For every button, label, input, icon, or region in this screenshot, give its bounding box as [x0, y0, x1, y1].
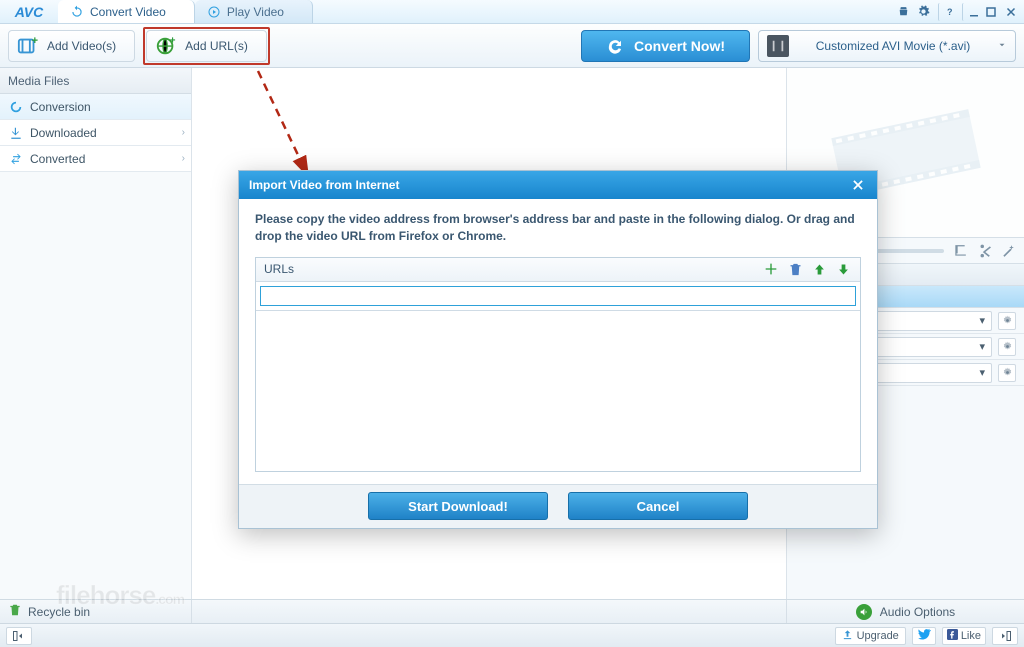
- tab-label: Play Video: [227, 5, 284, 19]
- tab-convert-video[interactable]: Convert Video: [58, 0, 195, 23]
- close-button[interactable]: [1002, 3, 1020, 21]
- add-urls-button[interactable]: + Add URL(s): [146, 30, 267, 62]
- upgrade-button[interactable]: Upgrade: [835, 627, 906, 645]
- move-down-icon[interactable]: [834, 260, 852, 278]
- spinner-icon: [8, 99, 24, 115]
- dialog-titlebar: Import Video from Internet: [239, 171, 877, 199]
- option-gear-3[interactable]: [998, 364, 1016, 382]
- annotation-highlight: + Add URL(s): [143, 27, 270, 65]
- url-list-container: URLs: [255, 257, 861, 472]
- svg-text:+: +: [170, 35, 176, 46]
- add-videos-button[interactable]: + Add Video(s): [8, 30, 135, 62]
- button-label: Add URL(s): [185, 39, 248, 53]
- chevron-down-icon: ▾: [979, 340, 985, 353]
- refresh-icon: [606, 37, 624, 55]
- tab-play-video[interactable]: Play Video: [195, 0, 313, 23]
- chevron-right-icon: ›: [182, 127, 185, 138]
- sidebar-item-converted[interactable]: Converted ›: [0, 146, 191, 172]
- layout-toggle-left[interactable]: [6, 627, 32, 645]
- cancel-button[interactable]: Cancel: [568, 492, 748, 520]
- film-icon: [767, 35, 789, 57]
- dialog-button-row: Start Download! Cancel: [239, 484, 877, 528]
- button-label: Convert Now!: [634, 38, 725, 54]
- sidebar-item-conversion[interactable]: Conversion: [0, 94, 191, 120]
- facebook-icon: [947, 629, 958, 643]
- add-url-icon[interactable]: [762, 260, 780, 278]
- output-format-dropdown[interactable]: Customized AVI Movie (*.avi): [758, 30, 1016, 62]
- delete-url-icon[interactable]: [786, 260, 804, 278]
- url-list-empty-area: [256, 311, 860, 471]
- like-label: Like: [961, 630, 981, 642]
- main-toolbar: + Add Video(s) + Add URL(s) Convert Now!…: [0, 24, 1024, 68]
- import-url-dialog: Import Video from Internet Please copy t…: [238, 170, 878, 529]
- sidebar: Media Files Conversion Downloaded › Conv…: [0, 68, 192, 599]
- sidebar-item-label: Conversion: [30, 100, 91, 114]
- film-plus-icon: +: [17, 35, 39, 57]
- wand-icon[interactable]: [1000, 243, 1016, 259]
- help-icon[interactable]: ?: [938, 3, 956, 21]
- maximize-button[interactable]: [982, 3, 1000, 21]
- upgrade-label: Upgrade: [857, 630, 899, 642]
- recycle-label: Recycle bin: [28, 605, 90, 619]
- window-controls: ?: [894, 0, 1024, 23]
- globe-plus-icon: +: [155, 35, 177, 57]
- svg-text:?: ?: [947, 7, 953, 17]
- dialog-title: Import Video from Internet: [249, 178, 399, 192]
- button-label: Add Video(s): [47, 39, 116, 53]
- sidebar-item-label: Converted: [30, 152, 85, 166]
- url-input[interactable]: [260, 286, 856, 306]
- urls-column-header: URLs: [264, 262, 762, 276]
- chevron-down-icon: [997, 39, 1007, 53]
- dialog-close-button[interactable]: [849, 176, 867, 194]
- crop-icon[interactable]: [952, 243, 968, 259]
- dialog-instruction: Please copy the video address from brows…: [255, 211, 861, 245]
- facebook-like-button[interactable]: Like: [942, 627, 986, 645]
- option-gear-2[interactable]: [998, 338, 1016, 356]
- chevron-down-icon: ▾: [979, 366, 985, 379]
- refresh-icon: [70, 5, 84, 19]
- status-bar-lower: Upgrade Like: [0, 623, 1024, 647]
- convert-now-button[interactable]: Convert Now!: [581, 30, 750, 62]
- twitter-button[interactable]: [912, 627, 936, 645]
- svg-text:+: +: [32, 35, 38, 47]
- chevron-right-icon: ›: [182, 153, 185, 164]
- speaker-icon: [856, 604, 872, 620]
- chevron-down-icon: ▾: [979, 314, 985, 327]
- trash-icon: [8, 603, 22, 620]
- play-icon: [207, 5, 221, 19]
- title-bar: AVC Convert Video Play Video ?: [0, 0, 1024, 24]
- sidebar-item-label: Downloaded: [30, 126, 97, 140]
- layout-toggle-right[interactable]: [992, 627, 1018, 645]
- recycle-bin[interactable]: Recycle bin: [0, 600, 192, 623]
- start-download-button[interactable]: Start Download!: [368, 492, 548, 520]
- tab-label: Convert Video: [90, 5, 166, 19]
- move-up-icon[interactable]: [810, 260, 828, 278]
- app-logo: AVC: [0, 0, 58, 23]
- upload-icon: [842, 629, 853, 643]
- settings-icon[interactable]: [914, 3, 932, 21]
- sidebar-item-downloaded[interactable]: Downloaded ›: [0, 120, 191, 146]
- shopping-icon[interactable]: [894, 3, 912, 21]
- status-bar-upper: Recycle bin Audio Options: [0, 599, 1024, 623]
- minimize-button[interactable]: [962, 3, 980, 21]
- audio-options-button[interactable]: Audio Options: [786, 600, 1024, 623]
- option-gear-1[interactable]: [998, 312, 1016, 330]
- sidebar-header: Media Files: [0, 68, 191, 94]
- convert-icon: [8, 151, 24, 167]
- format-label: Customized AVI Movie (*.avi): [797, 39, 989, 53]
- twitter-icon: [917, 627, 931, 644]
- audio-options-label: Audio Options: [880, 605, 955, 619]
- scissors-icon[interactable]: [976, 243, 992, 259]
- download-icon: [8, 125, 24, 141]
